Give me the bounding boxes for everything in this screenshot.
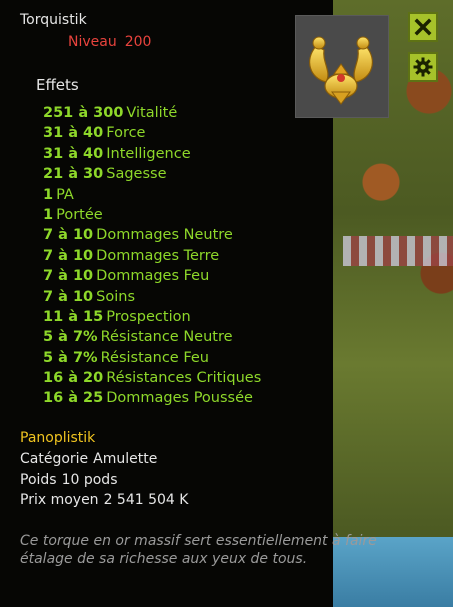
effect-row: 1 Portée xyxy=(43,205,261,225)
close-button[interactable] xyxy=(408,12,438,42)
effect-row: 16 à 25 Dommages Poussée xyxy=(43,388,261,408)
item-category-label: Catégorie xyxy=(20,451,89,467)
effect-row: 31 à 40 Force xyxy=(43,123,261,143)
effect-label: Dommages Feu xyxy=(96,268,210,285)
item-description: Ce torque en or massif sert essentiellem… xyxy=(20,533,377,567)
effect-label: Dommages Poussée xyxy=(106,390,253,407)
effect-label: Soins xyxy=(96,288,136,305)
item-level-label: Niveau xyxy=(68,34,117,50)
effect-row: 7 à 10 Dommages Feu xyxy=(43,266,261,286)
effect-label: Portée xyxy=(56,206,103,223)
effect-label: PA xyxy=(56,186,74,203)
close-icon xyxy=(414,18,432,36)
item-price-row: Prix moyen 2 541 504 K xyxy=(20,492,188,508)
item-category-row: Catégorie Amulette xyxy=(20,451,157,467)
effect-row: 5 à 7% Résistance Feu xyxy=(43,348,261,368)
effect-label: Résistance Neutre xyxy=(100,329,233,346)
effect-label: Prospection xyxy=(106,308,191,325)
effect-value: 31 à 40 xyxy=(43,145,104,162)
item-price-value: 2 541 504 K xyxy=(103,492,189,508)
effect-label: Vitalité xyxy=(126,105,178,121)
settings-button[interactable] xyxy=(408,52,438,82)
effect-value: 1 xyxy=(43,186,54,203)
effect-value: 5 à 7% xyxy=(43,329,98,346)
item-level: Niveau 200 xyxy=(68,34,151,50)
effect-row: 251 à 300 Vitalité xyxy=(43,103,261,123)
effect-value: 16 à 25 xyxy=(43,390,104,407)
effect-label: Dommages Terre xyxy=(96,247,220,264)
item-weight-row: Poids 10 pods xyxy=(20,472,118,488)
effect-label: Intelligence xyxy=(106,145,191,162)
effect-row: 7 à 10 Dommages Terre xyxy=(43,246,261,266)
effect-row: 7 à 10 Dommages Neutre xyxy=(43,225,261,245)
effect-value: 21 à 30 xyxy=(43,166,104,183)
effect-value: 7 à 10 xyxy=(43,268,94,285)
effect-value: 7 à 10 xyxy=(43,288,94,305)
item-category-value: Amulette xyxy=(93,451,158,467)
effect-value: 251 à 300 xyxy=(43,105,124,121)
item-icon-frame xyxy=(295,15,389,118)
item-set-link[interactable]: Panoplistik xyxy=(20,430,95,446)
effect-row: 1 PA xyxy=(43,185,261,205)
effect-row: 7 à 10 Soins xyxy=(43,287,261,307)
effects-title: Effets xyxy=(36,76,79,94)
effect-label: Résistances Critiques xyxy=(106,370,262,387)
effect-row: 31 à 40 Intelligence xyxy=(43,144,261,164)
item-name: Torquistik xyxy=(20,12,87,28)
game-scenery-checkered-cloth xyxy=(343,236,453,266)
effect-row: 21 à 30 Sagesse xyxy=(43,164,261,184)
effect-value: 5 à 7% xyxy=(43,349,98,366)
item-level-value: 200 xyxy=(124,34,152,50)
effect-row: 11 à 15 Prospection xyxy=(43,307,261,327)
effects-list: 251 à 300 Vitalité 31 à 40 Force 31 à 40 In… xyxy=(43,103,261,409)
effect-row: 5 à 7% Résistance Neutre xyxy=(43,327,261,347)
item-weight-value: 10 pods xyxy=(61,472,118,488)
effect-value: 7 à 10 xyxy=(43,247,94,264)
item-weight-label: Poids xyxy=(20,472,57,488)
golden-torque-amulet-icon xyxy=(309,36,373,105)
effect-label: Force xyxy=(106,125,146,142)
effect-value: 11 à 15 xyxy=(43,308,104,325)
effect-value: 16 à 20 xyxy=(43,370,104,387)
effect-label: Sagesse xyxy=(106,166,167,183)
effect-value: 1 xyxy=(43,206,54,223)
effect-label: Dommages Neutre xyxy=(96,227,233,244)
effect-value: 7 à 10 xyxy=(43,227,94,244)
effect-row: 16 à 20 Résistances Critiques xyxy=(43,368,261,388)
effect-value: 31 à 40 xyxy=(43,125,104,142)
gear-icon xyxy=(413,57,433,77)
item-price-label: Prix moyen xyxy=(20,492,99,508)
effect-label: Résistance Feu xyxy=(100,349,209,366)
